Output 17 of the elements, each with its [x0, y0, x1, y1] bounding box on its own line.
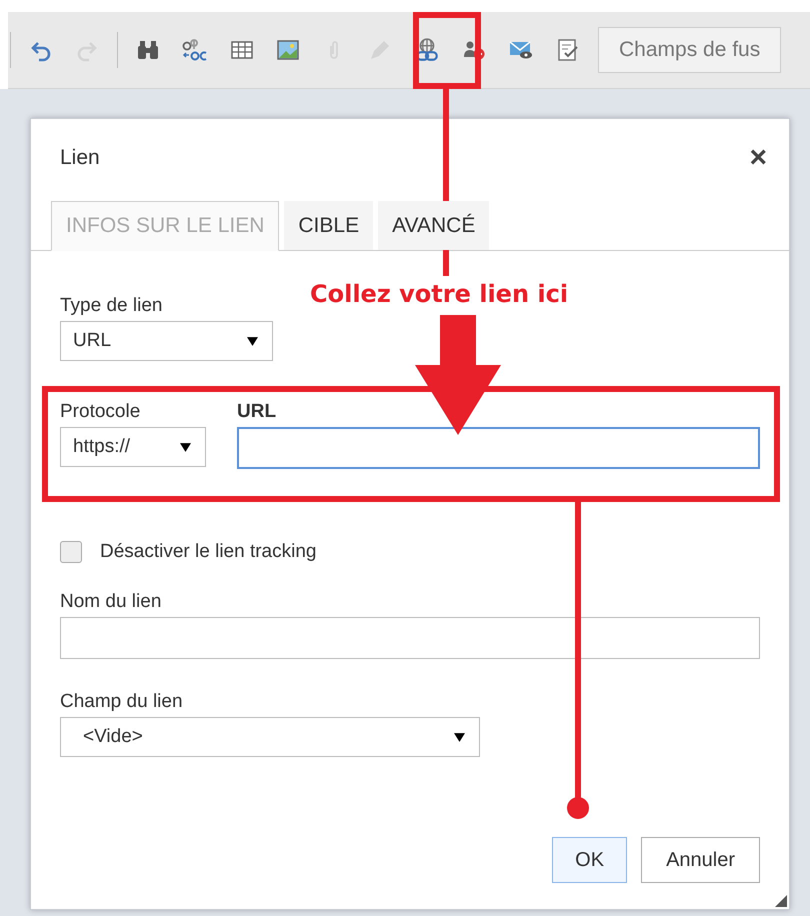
protocol-select[interactable]: https:// [60, 427, 206, 467]
checkbox-label: Désactiver le lien tracking [100, 541, 316, 563]
dialog-button[interactable]: OK [552, 837, 628, 883]
field-label: URL [237, 401, 276, 423]
merge-fields-dropdown[interactable]: Champs de fus [598, 27, 782, 73]
field-label: Champ du lien [60, 691, 183, 713]
dialog-button[interactable]: Annuler [641, 837, 760, 883]
dialog-tab[interactable]: CIBLE [284, 201, 374, 250]
field-label: Type de lien [60, 295, 162, 317]
field-label: Protocole [60, 401, 140, 423]
field-label: Nom du lien [60, 591, 162, 613]
link-type-select[interactable]: URL [60, 321, 273, 361]
close-button[interactable]: × [749, 143, 767, 173]
dialog-title: Lien [60, 146, 100, 170]
annotation-text: Collez votre lien ici [310, 280, 568, 308]
dialog-tab[interactable]: AVANCÉ [378, 201, 490, 250]
link-field-select[interactable]: <Vide> [60, 717, 480, 757]
